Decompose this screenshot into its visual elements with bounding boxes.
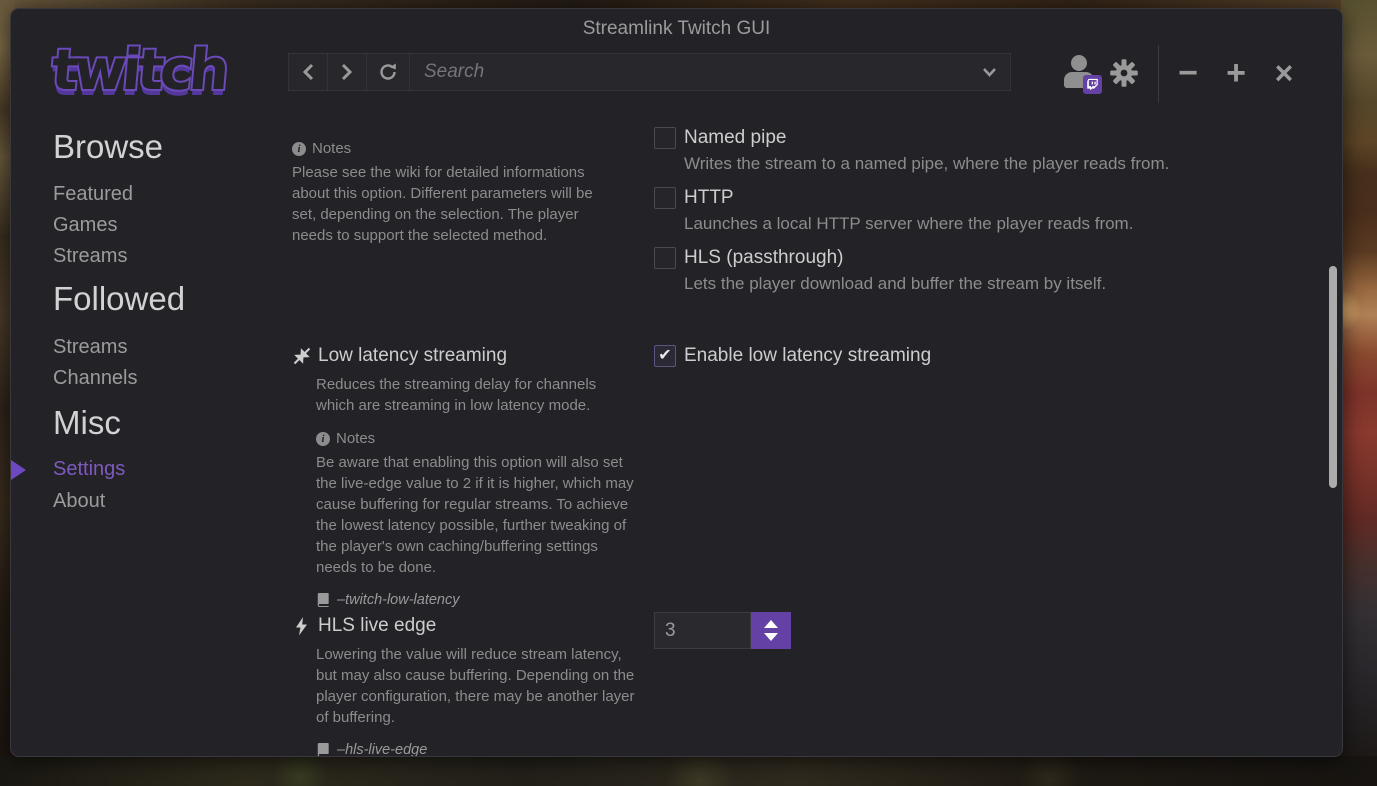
forward-button[interactable] [328, 54, 367, 90]
gear-icon [1109, 58, 1139, 88]
close-icon: × [1275, 55, 1294, 92]
hls-passthrough-checkbox[interactable]: ✔ [654, 247, 676, 269]
lightning-bolt-icon [292, 617, 311, 636]
active-item-arrow-icon [11, 460, 26, 480]
maximize-icon: + [1226, 54, 1246, 93]
low-latency-parameter: –twitch-low-latency [337, 592, 460, 608]
sidebar-item-followed-channels[interactable]: Channels [53, 367, 138, 390]
method-named-pipe-row: ✔ Named pipe Writes the stream to a name… [654, 127, 1169, 174]
sidebar-header-browse: Browse [53, 128, 163, 166]
hls-live-edge-title: HLS live edge [318, 615, 436, 637]
method-hls-passthrough-row: ✔ HLS (passthrough) Lets the player down… [654, 247, 1106, 294]
close-button[interactable]: × [1262, 53, 1306, 93]
twitch-logo[interactable]: twitch twitch [41, 33, 251, 115]
sidebar-item-featured[interactable]: Featured [53, 183, 133, 206]
method-http-row: ✔ HTTP Launches a local HTTP server wher… [654, 187, 1133, 234]
named-pipe-checkbox[interactable]: ✔ [654, 127, 676, 149]
search-input[interactable] [410, 54, 968, 90]
spinner-up-icon[interactable] [764, 620, 778, 628]
hls-live-edge-input-group [654, 612, 791, 649]
hls-live-edge-input[interactable] [654, 612, 751, 649]
user-icon [1071, 55, 1087, 71]
hls-live-edge-block: HLS live edge Lowering the value will re… [292, 615, 644, 757]
low-latency-notes-heading: i Notes [316, 430, 644, 447]
low-latency-description: Reduces the streaming delay for channels… [316, 374, 638, 416]
user-account-button[interactable] [1064, 55, 1098, 91]
notes-text: Please see the wiki for detailed informa… [292, 162, 614, 246]
refresh-button[interactable] [367, 54, 410, 90]
minimize-icon: − [1178, 54, 1198, 93]
enable-low-latency-label[interactable]: Enable low latency streaming [684, 345, 931, 367]
book-icon [316, 743, 330, 757]
sidebar-item-followed-streams[interactable]: Streams [53, 336, 127, 359]
search-dropdown-toggle[interactable] [968, 54, 1010, 90]
sidebar-item-about[interactable]: About [53, 490, 105, 513]
low-latency-notes-text: Be aware that enabling this option will … [316, 452, 638, 578]
back-button[interactable] [289, 54, 328, 90]
chevron-left-icon [302, 63, 314, 81]
http-checkbox[interactable]: ✔ [654, 187, 676, 209]
nav-search-bar [288, 53, 1011, 91]
header-divider [1158, 45, 1159, 103]
sidebar-item-settings[interactable]: Settings [53, 458, 125, 481]
refresh-icon [379, 63, 397, 81]
info-icon: i [292, 142, 306, 156]
info-icon: i [316, 432, 330, 446]
background-image-right [1341, 0, 1377, 786]
hls-live-edge-parameter: –hls-live-edge [337, 742, 427, 757]
http-label[interactable]: HTTP [684, 187, 734, 209]
scrollbar-thumb[interactable] [1329, 266, 1337, 488]
low-latency-parameter-row: –twitch-low-latency [316, 592, 644, 608]
twitch-logo-icon: twitch twitch [41, 33, 251, 115]
sidebar: Browse Featured Games Streams Followed S… [11, 114, 281, 757]
sidebar-header-misc: Misc [53, 404, 121, 442]
compress-icon [292, 347, 311, 365]
chevron-down-icon [982, 67, 997, 77]
low-latency-block: Low latency streaming Reduces the stream… [292, 345, 644, 608]
spinner-down-icon[interactable] [764, 633, 778, 641]
hls-passthrough-description: Lets the player download and buffer the … [684, 274, 1106, 294]
sidebar-item-streams[interactable]: Streams [53, 245, 127, 268]
hls-live-edge-description: Lowering the value will reduce stream la… [316, 644, 638, 728]
hls-live-edge-parameter-row: –hls-live-edge [316, 742, 644, 757]
chevron-right-icon [341, 63, 353, 81]
streaming-method-notes-block: i Notes Please see the wiki for detailed… [292, 140, 644, 246]
minimize-button[interactable]: − [1166, 53, 1210, 93]
maximize-button[interactable]: + [1214, 53, 1258, 93]
background-image-bottom [0, 756, 1377, 786]
named-pipe-description: Writes the stream to a named pipe, where… [684, 154, 1169, 174]
enable-low-latency-row: ✔ Enable low latency streaming [654, 345, 931, 367]
notes-heading: i Notes [292, 140, 644, 157]
enable-low-latency-checkbox[interactable]: ✔ [654, 345, 676, 367]
settings-gear-button[interactable] [1107, 55, 1141, 91]
http-description: Launches a local HTTP server where the p… [684, 214, 1133, 234]
named-pipe-label[interactable]: Named pipe [684, 127, 786, 149]
twitch-glitch-badge-icon [1083, 75, 1102, 94]
spinner-buttons[interactable] [751, 612, 791, 649]
check-icon: ✔ [658, 348, 671, 364]
book-icon [316, 593, 330, 607]
sidebar-item-games[interactable]: Games [53, 214, 117, 237]
app-window: Streamlink Twitch GUI twitch twitch [10, 8, 1343, 757]
sidebar-header-followed: Followed [53, 280, 185, 318]
hls-passthrough-label[interactable]: HLS (passthrough) [684, 247, 843, 269]
low-latency-title: Low latency streaming [318, 345, 507, 367]
svg-text:twitch: twitch [49, 38, 228, 103]
